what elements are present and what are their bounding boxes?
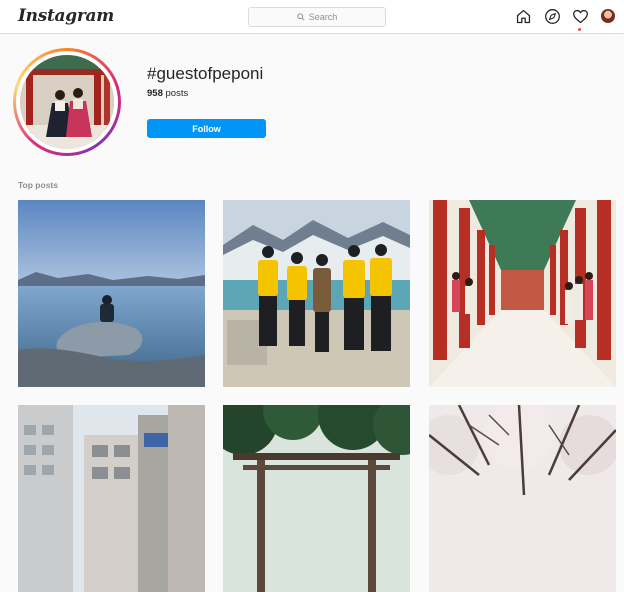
post-red-pillar-corridor[interactable] bbox=[429, 200, 616, 387]
instagram-logo[interactable]: Instagram bbox=[18, 6, 114, 26]
post-lake-sitting-person[interactable] bbox=[18, 200, 205, 387]
follow-button[interactable]: Follow bbox=[147, 119, 266, 138]
search-icon bbox=[297, 13, 305, 21]
hashtag-avatar-image bbox=[20, 55, 114, 149]
top-navigation-bar: Instagram Search bbox=[0, 0, 624, 34]
explore-icon[interactable] bbox=[544, 8, 561, 25]
search-input[interactable]: Search bbox=[248, 7, 386, 27]
profile-avatar[interactable] bbox=[601, 9, 615, 23]
activity-heart-icon[interactable] bbox=[572, 8, 589, 25]
post-count-number: 958 bbox=[147, 88, 163, 99]
post-count: 958 posts bbox=[147, 88, 188, 99]
home-icon[interactable] bbox=[515, 8, 532, 25]
post-group-yellow-jackets[interactable] bbox=[223, 200, 410, 387]
post-count-suffix: posts bbox=[162, 88, 189, 99]
post-city-buildings[interactable] bbox=[18, 405, 205, 592]
hashtag-title: #guestofpeponi bbox=[147, 64, 264, 83]
search-placeholder: Search bbox=[308, 12, 338, 22]
post-cherry-blossoms[interactable] bbox=[429, 405, 616, 592]
top-posts-heading: Top posts bbox=[18, 180, 58, 190]
hashtag-avatar-ring bbox=[13, 48, 121, 156]
notification-dot bbox=[578, 28, 581, 31]
post-torii-gate-trees[interactable] bbox=[223, 405, 410, 592]
